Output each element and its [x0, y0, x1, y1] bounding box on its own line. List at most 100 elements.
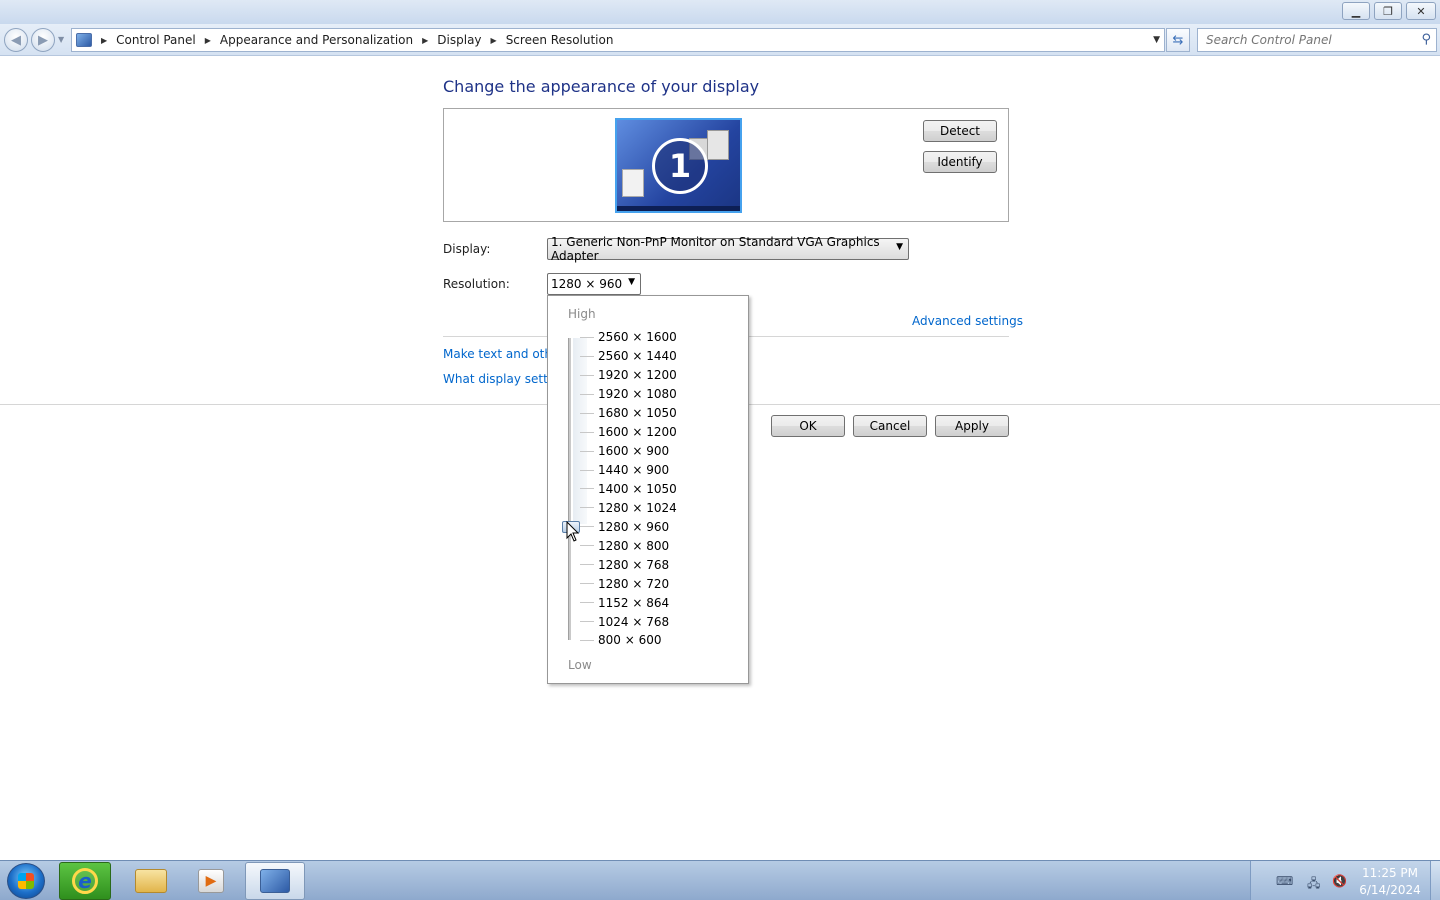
display-select[interactable]: 1. Generic Non-PnP Monitor on Standard V… [547, 235, 909, 263]
chevron-down-icon: ▼ [896, 242, 903, 252]
ok-button[interactable]: OK [771, 415, 845, 437]
resolution-select-value: 1280 × 960 [551, 277, 623, 291]
slider-tick [580, 639, 594, 641]
slider-tick [580, 393, 594, 395]
minimize-icon: ▁ [1351, 4, 1361, 18]
keyboard-icon[interactable]: ⌨ [1276, 874, 1293, 888]
apply-button[interactable]: Apply [935, 415, 1009, 437]
chevron-right-icon[interactable]: ▶ [205, 36, 211, 45]
control-panel-icon [260, 869, 290, 893]
resolution-option[interactable]: 1400 × 1050 [580, 480, 740, 499]
resolution-option-label: 1280 × 1024 [598, 500, 677, 515]
clock-time[interactable]: 11:25 PM [1360, 866, 1420, 880]
display-label: Display: [443, 242, 491, 256]
chevron-right-icon[interactable]: ▶ [491, 36, 497, 45]
refresh-icon: ⇆ [1172, 32, 1184, 48]
slider-tick [580, 431, 594, 433]
display-settings-help-link[interactable]: What display settings should I choose? [443, 372, 547, 386]
resolution-slider-track[interactable] [568, 338, 571, 640]
slider-tick [580, 355, 594, 357]
resolution-option-label: 1440 × 900 [598, 463, 670, 478]
resolution-option-label: 1680 × 1050 [598, 406, 677, 421]
monitor-1-tile[interactable]: 1 [615, 118, 742, 213]
resolution-select[interactable]: 1280 × 960 ▼ [547, 273, 641, 295]
resolution-option[interactable]: 1440 × 900 [580, 461, 740, 480]
maximize-button[interactable]: ❐ [1374, 2, 1402, 20]
resolution-option[interactable]: 800 × 600 [580, 631, 740, 650]
resolution-option-label: 800 × 600 [598, 633, 662, 648]
network-icon[interactable]: 🖧 [1307, 874, 1320, 895]
slider-tick [580, 412, 594, 414]
back-button[interactable]: ◀ [4, 28, 28, 52]
resolution-option-label: 1600 × 1200 [598, 425, 677, 440]
monitor-number-badge: 1 [652, 138, 708, 194]
resolution-option[interactable]: 1920 × 1080 [580, 385, 740, 404]
slider-tick [580, 374, 594, 376]
search-input[interactable] [1198, 29, 1408, 51]
slider-tick [580, 336, 594, 338]
resolution-option[interactable]: 1280 × 768 [580, 555, 740, 574]
show-desktop-button[interactable] [1430, 861, 1440, 900]
forward-button[interactable]: ▶ [31, 28, 55, 52]
search-box[interactable]: ⚲ [1197, 28, 1437, 52]
chevron-right-icon[interactable]: ▶ [101, 36, 107, 45]
advanced-settings-link[interactable]: Advanced settings [912, 314, 1023, 328]
breadcrumb-screen-resolution[interactable]: Screen Resolution [506, 33, 614, 47]
slider-tick [580, 488, 594, 490]
breadcrumb-display[interactable]: Display [437, 33, 481, 47]
resolution-option-label: 1280 × 720 [598, 576, 670, 591]
resolution-option[interactable]: 2560 × 1600 [580, 328, 740, 347]
slider-tick [580, 621, 594, 623]
cancel-button[interactable]: Cancel [853, 415, 927, 437]
slider-tick [580, 564, 594, 566]
minimize-button[interactable]: ▁ [1342, 2, 1370, 20]
taskbar-windows-explorer[interactable] [123, 862, 179, 900]
refresh-button[interactable]: ⇆ [1166, 28, 1190, 52]
resolution-option[interactable]: 1280 × 1024 [580, 498, 740, 517]
resolution-option[interactable]: 1600 × 1200 [580, 423, 740, 442]
detect-button[interactable]: Detect [923, 120, 997, 142]
taskbar-media-player[interactable]: ▶ [185, 862, 237, 900]
clock-date[interactable]: 6/14/2024 [1358, 883, 1422, 897]
resolution-option[interactable]: 1280 × 960 [580, 517, 740, 536]
chevron-right-icon[interactable]: ▶ [422, 36, 428, 45]
breadcrumb-appearance[interactable]: Appearance and Personalization [220, 33, 413, 47]
slider-tick [580, 450, 594, 452]
resolution-option[interactable]: 1280 × 720 [580, 574, 740, 593]
forward-arrow-icon: ▶ [38, 32, 48, 48]
resolution-option-label: 2560 × 1600 [598, 330, 677, 345]
recent-pages-dropdown[interactable]: ▼ [58, 35, 64, 44]
resolution-option[interactable]: 1920 × 1200 [580, 366, 740, 385]
slider-tick [580, 583, 594, 585]
address-bar[interactable]: ▶ Control Panel ▶ Appearance and Persona… [71, 28, 1165, 52]
resolution-option-label: 1600 × 900 [598, 444, 670, 459]
monitor-taskbar-graphic [617, 206, 740, 211]
window-title-bar: ▁ ❐ ✕ [0, 0, 1440, 24]
volume-muted-icon[interactable]: 🔇 [1332, 874, 1347, 888]
slider-tick [580, 469, 594, 471]
slider-low-label: Low [568, 658, 592, 672]
start-button[interactable] [7, 863, 45, 899]
desktop-window-icon [707, 130, 729, 160]
resolution-option[interactable]: 1680 × 1050 [580, 404, 740, 423]
search-icon[interactable]: ⚲ [1421, 32, 1431, 47]
resolution-option[interactable]: 1280 × 800 [580, 536, 740, 555]
taskbar-control-panel[interactable] [245, 862, 305, 900]
identify-button[interactable]: Identify [923, 151, 997, 173]
resolution-option-label: 1152 × 864 [598, 595, 670, 610]
desktop-window-icon [622, 169, 644, 197]
resolution-option-label: 1280 × 800 [598, 538, 670, 553]
mouse-cursor-icon [566, 521, 580, 542]
text-size-link[interactable]: Make text and other items larger or smal… [443, 347, 547, 361]
close-button[interactable]: ✕ [1406, 2, 1436, 20]
chevron-down-icon: ▼ [628, 277, 635, 287]
resolution-option[interactable]: 1024 × 768 [580, 612, 740, 631]
resolution-dropdown: High 2560 × 1600 2560 × 1440 1920 × 1200 19… [547, 295, 749, 684]
resolution-option[interactable]: 1152 × 864 [580, 593, 740, 612]
resolution-option[interactable]: 2560 × 1440 [580, 347, 740, 366]
resolution-option[interactable]: 1600 × 900 [580, 442, 740, 461]
breadcrumb-control-panel[interactable]: Control Panel [116, 33, 196, 47]
taskbar-internet-explorer[interactable]: e [59, 862, 111, 900]
slider-tick [580, 545, 594, 547]
address-dropdown-icon[interactable]: ▼ [1153, 35, 1160, 45]
